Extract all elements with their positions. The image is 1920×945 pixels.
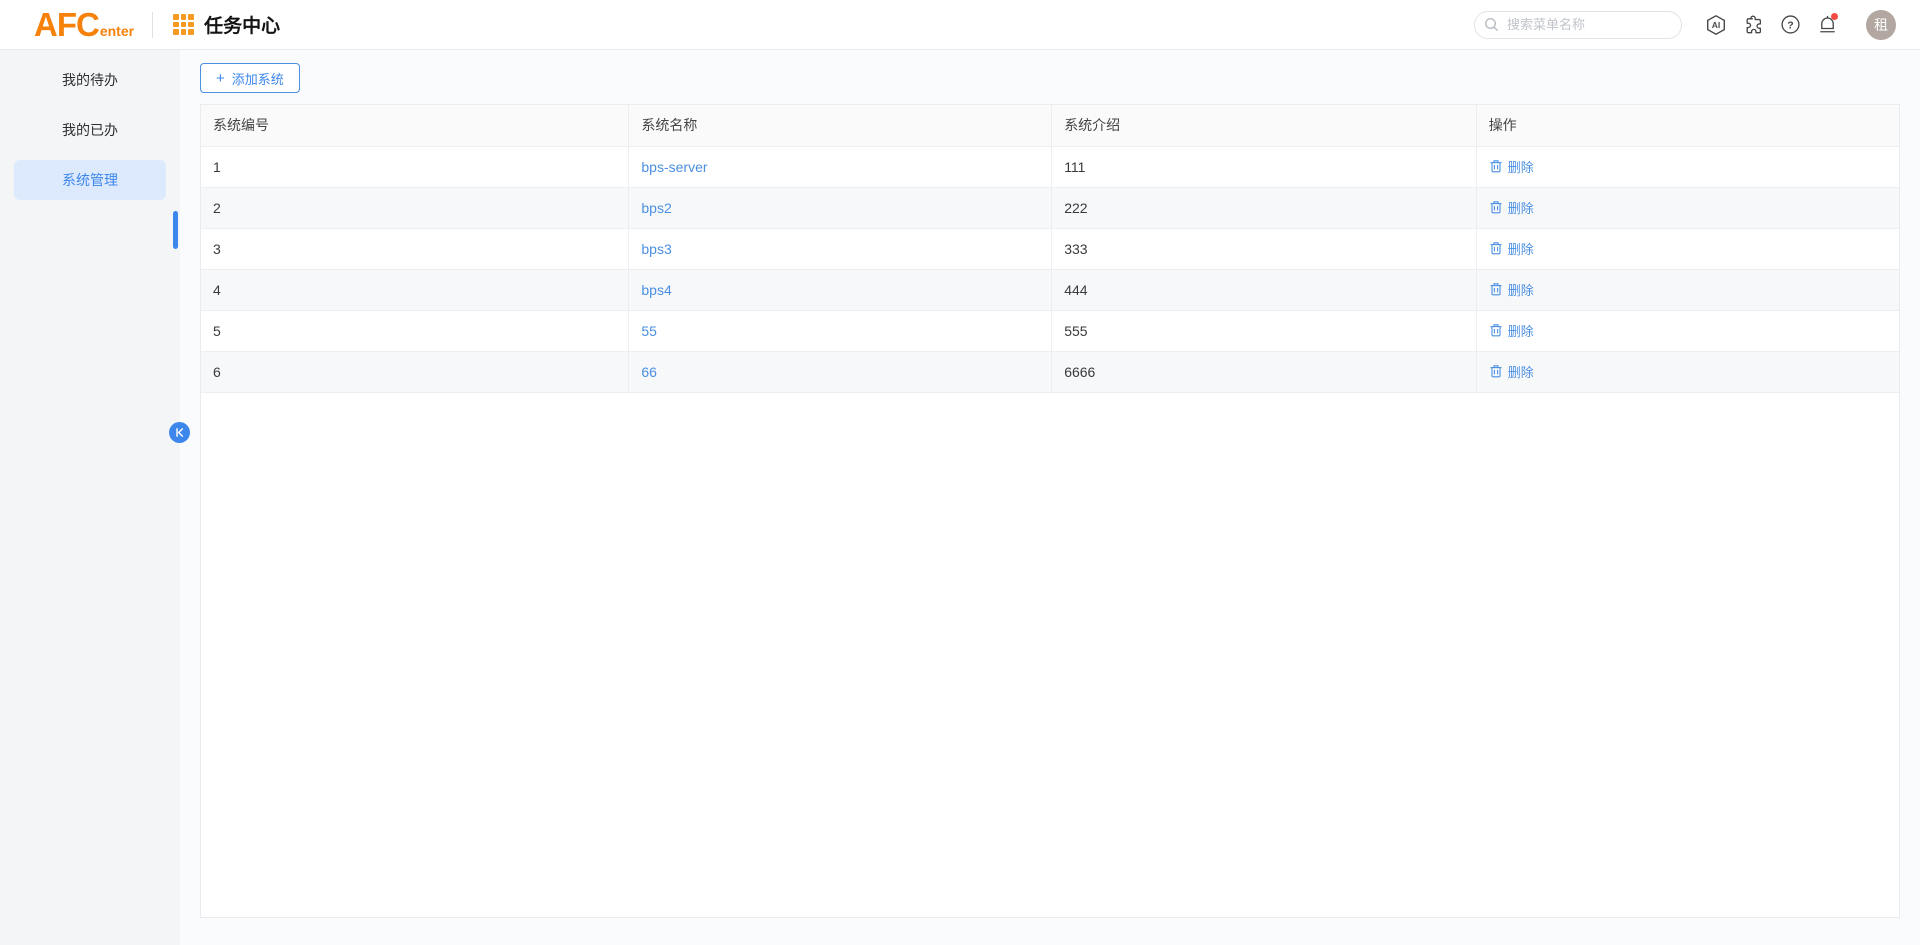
- cell-system-desc: 333: [1052, 228, 1477, 269]
- sidebar-item-my-todo[interactable]: 我的待办: [14, 60, 166, 100]
- brand-logo[interactable]: AFC enter: [34, 8, 134, 41]
- delete-button[interactable]: 删除: [1489, 239, 1534, 258]
- table-row: 6 66 6666 删除: [201, 351, 1899, 392]
- table-row: 4 bps4 444 删除: [201, 269, 1899, 310]
- table-body: 1 bps-server 111 删除 2 bps2 222 删除 3 bps3…: [201, 146, 1899, 392]
- sidebar-item-system-management[interactable]: 系统管理: [14, 160, 166, 200]
- sidebar-collapse-toggle[interactable]: [169, 422, 190, 443]
- app-header: AFC enter 任务中心 AI ?: [0, 0, 1920, 50]
- user-avatar[interactable]: 租: [1866, 10, 1896, 40]
- add-system-label: 添加系统: [232, 69, 284, 88]
- brand-logo-sub: enter: [100, 23, 134, 39]
- add-system-button[interactable]: + 添加系统: [200, 63, 300, 93]
- sidebar: 我的待办 我的已办 系统管理: [0, 50, 180, 945]
- delete-label: 删除: [1508, 239, 1534, 258]
- cell-system-desc: 222: [1052, 187, 1477, 228]
- system-name-link[interactable]: bps4: [641, 282, 671, 298]
- delete-button[interactable]: 删除: [1489, 321, 1534, 340]
- cell-system-id: 3: [201, 228, 629, 269]
- trash-icon: [1489, 200, 1503, 214]
- cell-system-desc: 555: [1052, 310, 1477, 351]
- cell-system-desc: 6666: [1052, 351, 1477, 392]
- table-row: 1 bps-server 111 删除: [201, 146, 1899, 187]
- delete-label: 删除: [1508, 198, 1534, 217]
- help-icon[interactable]: ?: [1778, 13, 1802, 37]
- sidebar-item-label: 系统管理: [62, 170, 118, 190]
- main-content: + 添加系统 系统编号 系统名称 系统介绍 操作 1 bps-server 11…: [180, 50, 1920, 945]
- trash-icon: [1489, 323, 1503, 337]
- search-icon: [1484, 17, 1499, 32]
- table-row: 5 55 555 删除: [201, 310, 1899, 351]
- delete-button[interactable]: 删除: [1489, 198, 1534, 217]
- table-row: 2 bps2 222 删除: [201, 187, 1899, 228]
- cell-system-id: 6: [201, 351, 629, 392]
- trash-icon: [1489, 159, 1503, 173]
- ai-assistant-icon[interactable]: AI: [1704, 13, 1728, 37]
- delete-label: 删除: [1508, 362, 1534, 381]
- delete-button[interactable]: 删除: [1489, 280, 1534, 299]
- systems-table: 系统编号 系统名称 系统介绍 操作 1 bps-server 111 删除 2 …: [201, 105, 1899, 393]
- table-row: 3 bps3 333 删除: [201, 228, 1899, 269]
- notification-badge: [1831, 13, 1838, 20]
- trash-icon: [1489, 364, 1503, 378]
- system-name-link[interactable]: 66: [641, 364, 657, 380]
- column-header-actions: 操作: [1476, 105, 1899, 146]
- column-header-system-name: 系统名称: [629, 105, 1052, 146]
- cell-system-id: 4: [201, 269, 629, 310]
- sidebar-item-label: 我的待办: [62, 70, 118, 90]
- delete-label: 删除: [1508, 157, 1534, 176]
- system-name-link[interactable]: bps-server: [641, 159, 707, 175]
- delete-label: 删除: [1508, 280, 1534, 299]
- sidebar-item-label: 我的已办: [62, 120, 118, 140]
- delete-label: 删除: [1508, 321, 1534, 340]
- brand-logo-main: AFC: [34, 8, 99, 41]
- cell-system-id: 2: [201, 187, 629, 228]
- column-header-system-desc: 系统介绍: [1052, 105, 1477, 146]
- cell-system-id: 5: [201, 310, 629, 351]
- notification-icon[interactable]: [1815, 13, 1839, 37]
- system-name-link[interactable]: bps3: [641, 241, 671, 257]
- header-icons: AI ? 租: [1704, 10, 1896, 40]
- avatar-text: 租: [1874, 15, 1888, 35]
- column-header-system-id: 系统编号: [201, 105, 629, 146]
- page-title: 任务中心: [204, 11, 280, 38]
- active-item-indicator: [173, 211, 178, 249]
- menu-search: [1474, 11, 1682, 39]
- sidebar-item-my-done[interactable]: 我的已办: [14, 110, 166, 150]
- cell-system-desc: 111: [1052, 146, 1477, 187]
- delete-button[interactable]: 删除: [1489, 157, 1534, 176]
- header-divider: [152, 12, 153, 38]
- system-name-link[interactable]: 55: [641, 323, 657, 339]
- system-name-link[interactable]: bps2: [641, 200, 671, 216]
- delete-button[interactable]: 删除: [1489, 362, 1534, 381]
- svg-text:AI: AI: [1712, 20, 1721, 30]
- trash-icon: [1489, 241, 1503, 255]
- systems-table-container: 系统编号 系统名称 系统介绍 操作 1 bps-server 111 删除 2 …: [200, 104, 1900, 918]
- cell-system-id: 1: [201, 146, 629, 187]
- table-header-row: 系统编号 系统名称 系统介绍 操作: [201, 105, 1899, 146]
- cell-system-desc: 444: [1052, 269, 1477, 310]
- plus-icon: +: [216, 71, 225, 86]
- search-input[interactable]: [1474, 11, 1682, 39]
- svg-text:?: ?: [1787, 19, 1793, 31]
- collapse-left-icon: [173, 426, 186, 439]
- trash-icon: [1489, 282, 1503, 296]
- plugin-icon[interactable]: [1741, 13, 1765, 37]
- app-grid-icon[interactable]: [173, 14, 194, 35]
